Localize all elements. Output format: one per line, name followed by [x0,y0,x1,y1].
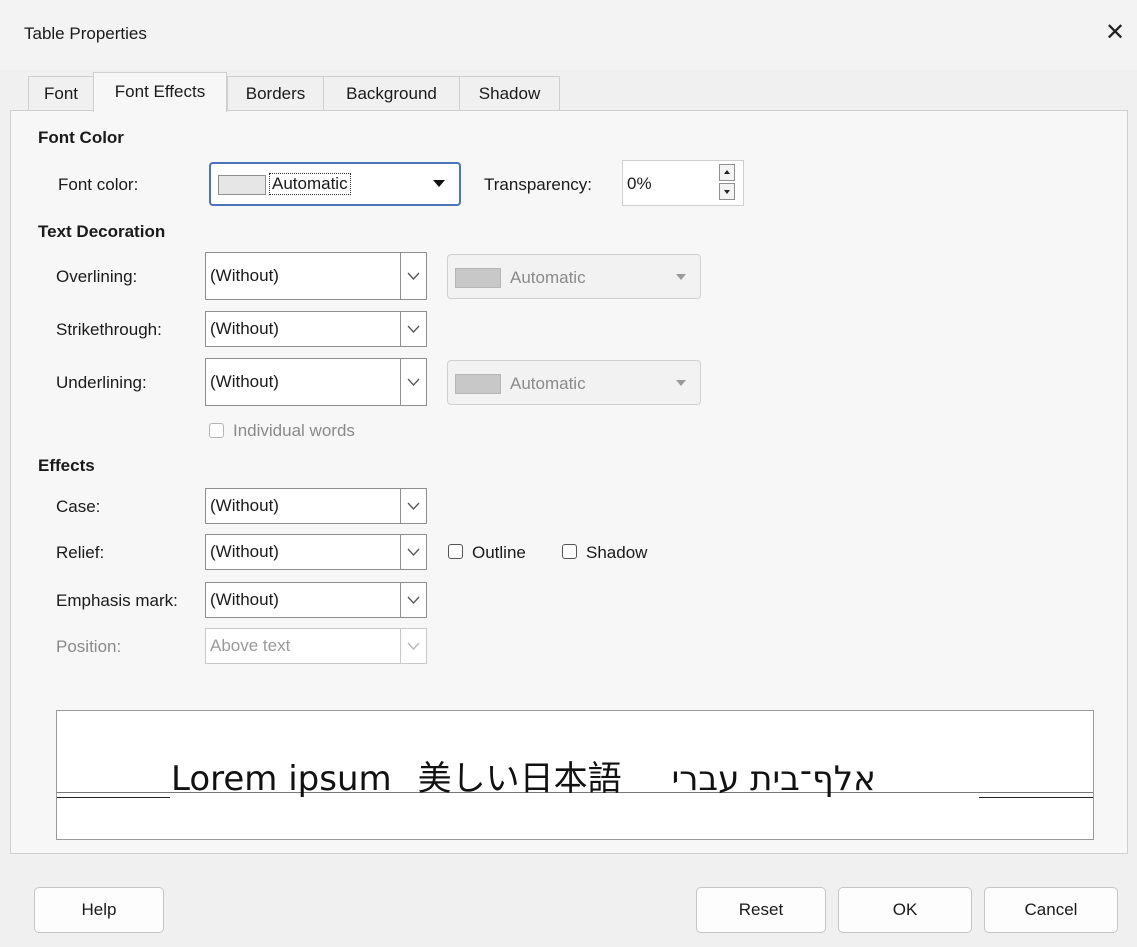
overlining-color-value: Automatic [510,268,586,287]
transparency-spinbox[interactable]: 0% [622,160,744,206]
title-bar [0,0,1137,70]
overlining-color-swatch [455,268,501,288]
position-combo[interactable]: Above text [205,628,427,664]
preview-underline-right [979,797,1093,798]
arrow-down-icon [724,190,730,194]
chevron-down-icon[interactable] [400,535,426,569]
relief-value: (Without) [210,542,279,561]
effects-heading: Effects [38,456,95,475]
chevron-down-icon[interactable] [400,489,426,523]
dropdown-arrow-icon [433,180,445,187]
close-icon[interactable]: ✕ [1100,18,1130,48]
underlining-color-value: Automatic [510,374,586,393]
ok-button[interactable]: OK [838,887,972,933]
tab-font-effects[interactable]: Font Effects [93,72,227,112]
underlining-label: Underlining: [56,373,147,392]
reset-button[interactable]: Reset [696,887,826,933]
spin-down-button[interactable] [719,183,735,200]
emphasis-mark-label: Emphasis mark: [56,591,178,610]
cancel-button[interactable]: Cancel [984,887,1118,933]
transparency-label: Transparency: [484,175,593,194]
overlining-label: Overlining: [56,267,138,286]
strikethrough-combo[interactable]: (Without) [205,311,427,347]
preview-hebrew: אלף־בית עברי [671,759,876,799]
preview-underline-left [57,797,170,798]
text-decoration-heading: Text Decoration [38,222,166,241]
underlining-color-dropdown[interactable]: Automatic [447,360,701,405]
chevron-down-icon[interactable] [400,583,426,617]
overlining-combo[interactable]: (Without) [205,252,427,300]
shadow-checkbox[interactable] [562,544,577,559]
spin-up-button[interactable] [719,164,735,181]
font-color-heading: Font Color [38,128,124,147]
dropdown-arrow-icon [676,380,686,386]
tab-background[interactable]: Background [323,76,460,110]
relief-combo[interactable]: (Without) [205,534,427,570]
emphasis-mark-combo[interactable]: (Without) [205,582,427,618]
help-button[interactable]: Help [34,887,164,933]
case-value: (Without) [210,496,279,515]
arrow-up-icon [724,170,730,174]
underlining-value: (Without) [210,372,279,391]
strikethrough-value: (Without) [210,319,279,338]
chevron-down-icon[interactable] [400,253,426,299]
tab-borders[interactable]: Borders [227,76,324,110]
outline-label: Outline [472,543,526,562]
case-label: Case: [56,497,101,516]
individual-words-label: Individual words [233,421,355,440]
transparency-value: 0% [627,174,652,193]
preview-latin: Lorem ipsum [171,759,392,799]
font-color-swatch [218,175,266,195]
chevron-down-icon[interactable] [400,312,426,346]
preview-box: Lorem ipsum 美しい日本語 אלף־בית עברי [56,710,1094,840]
emphasis-mark-value: (Without) [210,590,279,609]
position-label: Position: [56,637,122,656]
case-combo[interactable]: (Without) [205,488,427,524]
tab-shadow[interactable]: Shadow [459,76,560,110]
underlining-color-swatch [455,374,501,394]
overlining-color-dropdown[interactable]: Automatic [447,254,701,299]
font-color-value: Automatic [269,173,351,195]
chevron-down-icon[interactable] [400,359,426,405]
relief-label: Relief: [56,543,105,562]
font-color-dropdown[interactable]: Automatic [209,162,461,206]
tab-font[interactable]: Font [28,76,94,110]
font-color-label: Font color: [58,175,139,194]
preview-japanese: 美しい日本語 [417,759,622,799]
chevron-down-icon[interactable] [400,629,426,663]
dropdown-arrow-icon [676,274,686,280]
outline-checkbox[interactable] [448,544,463,559]
dialog-title: Table Properties [24,24,147,43]
overlining-value: (Without) [210,266,279,285]
shadow-label: Shadow [586,543,648,562]
position-value: Above text [210,636,291,655]
individual-words-checkbox[interactable] [209,423,224,438]
underlining-combo[interactable]: (Without) [205,358,427,406]
preview-text: Lorem ipsum 美しい日本語 אלף־בית עברי [171,759,876,799]
strikethrough-label: Strikethrough: [56,320,162,339]
